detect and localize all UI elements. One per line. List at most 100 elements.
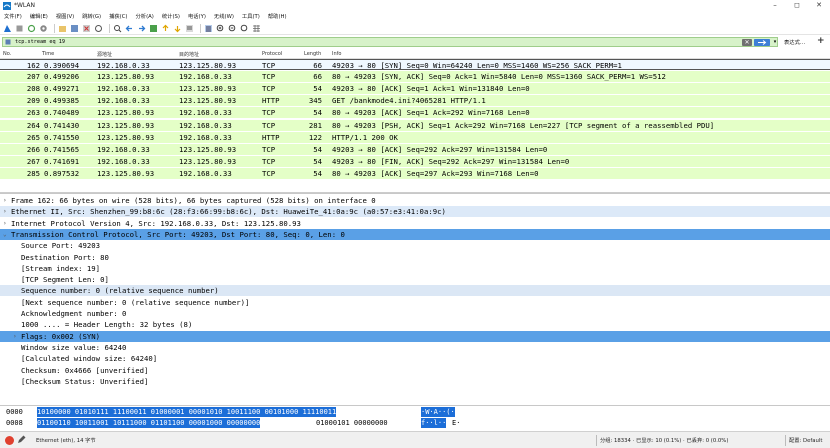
filter-history-dropdown-icon[interactable]: ▾	[771, 39, 779, 46]
expanded-chevron-icon[interactable]: ⌄	[3, 229, 7, 240]
expert-info-icon[interactable]	[5, 436, 14, 445]
go-last-icon[interactable]	[173, 24, 182, 33]
go-first-icon[interactable]	[161, 24, 170, 33]
packet-cell-src: 123.125.80.93	[97, 168, 155, 178]
detail-tree-item[interactable]: 1000 .... = Header Length: 32 bytes (8)	[0, 319, 830, 330]
packet-cell-dst: 123.125.80.93	[179, 96, 237, 106]
autoscroll-icon[interactable]	[185, 24, 194, 33]
zoom-in-icon[interactable]	[216, 24, 225, 33]
menu-help[interactable]: 帮助(H)	[268, 12, 287, 20]
status-bar: Ethernet (eth), 14 字节 分组: 18334 · 已显示: 1…	[0, 431, 830, 448]
open-file-icon[interactable]	[58, 24, 67, 33]
packet-list[interactable]: 162 0.390694 192.168.0.33 123.125.80.93 TCP 6…	[0, 59, 830, 185]
detail-tree-item[interactable]: Sequence number: 0 (relative sequence nu…	[0, 285, 830, 297]
add-filter-button[interactable]: +	[817, 36, 825, 46]
detail-tree-item[interactable]: [Checksum Status: Unverified]	[0, 376, 830, 387]
menu-tools[interactable]: 工具(T)	[242, 12, 260, 20]
column-header-no[interactable]: No.	[3, 51, 11, 57]
collapsed-chevron-icon[interactable]: ›	[13, 331, 17, 342]
detail-text: [Checksum Status: Unverified]	[21, 376, 149, 386]
bytes-row[interactable]: 0008 01100110 10011001 10111000 01101100 …	[0, 418, 830, 428]
packet-row[interactable]: 162 0.390694 192.168.0.33 123.125.80.93 TCP 6…	[0, 59, 830, 70]
minimize-button[interactable]: –	[764, 0, 786, 11]
find-packet-icon[interactable]	[113, 24, 122, 33]
save-file-icon[interactable]	[70, 24, 79, 33]
reload-file-icon[interactable]	[94, 24, 103, 33]
menu-go[interactable]: 跳转(G)	[82, 12, 101, 20]
detail-tree-item[interactable]: Destination Port: 80	[0, 252, 830, 263]
packet-row[interactable]: 285 0.897532 123.125.80.93 192.168.0.33 TCP 5…	[0, 167, 830, 179]
detail-tree-item[interactable]: › Frame 162: 66 bytes on wire (528 bits),…	[0, 195, 830, 206]
detail-tree-item[interactable]: › Internet Protocol Version 4, Src: 192.1…	[0, 218, 830, 229]
detail-tree-item[interactable]: [Calculated window size: 64240]	[0, 353, 830, 364]
expression-button[interactable]: 表达式…	[784, 38, 805, 46]
detail-text: Source Port: 49203	[21, 241, 101, 251]
status-interface-info: Ethernet (eth), 14 字节	[36, 438, 96, 444]
detail-tree-item[interactable]: [Stream index: 19]	[0, 263, 830, 274]
column-header-source[interactable]: 源地址	[97, 51, 112, 58]
collapsed-chevron-icon[interactable]: ›	[3, 218, 7, 229]
apply-filter-arrow-icon[interactable]	[754, 39, 770, 46]
status-profile[interactable]: 配置: Default	[789, 436, 822, 444]
column-header-info[interactable]: Info	[332, 51, 341, 57]
zoom-normal-icon[interactable]	[240, 24, 249, 33]
packet-row[interactable]: 264 0.741430 123.125.80.93 192.168.0.33 TCP 2…	[0, 119, 830, 131]
packet-row[interactable]: 265 0.741550 123.125.80.93 192.168.0.33 HTTP…	[0, 131, 830, 143]
menu-view[interactable]: 视图(V)	[56, 12, 74, 20]
menu-telephony[interactable]: 电话(Y)	[188, 12, 206, 20]
close-button[interactable]: ✕	[808, 0, 830, 11]
packet-bytes-pane[interactable]: 0000 10100000 01010111 11100011 01000001 …	[0, 405, 830, 429]
packet-row[interactable]: 267 0.741691 192.168.0.33 123.125.80.93 TCP 5…	[0, 155, 830, 167]
detail-tree-item[interactable]: Checksum: 0x4666 [unverified]	[0, 365, 830, 376]
detail-tree-item[interactable]: Acknowledgment number: 0	[0, 308, 830, 319]
detail-tree-item[interactable]: Source Port: 49203	[0, 240, 830, 251]
detail-text: Flags: 0x002 (SYN)	[21, 331, 101, 341]
detail-tree-item[interactable]: › Flags: 0x002 (SYN)	[0, 330, 830, 342]
bytes-row[interactable]: 0000 10100000 01010111 11100011 01000001 …	[0, 407, 830, 417]
packet-cell-proto: TCP	[262, 84, 276, 94]
detail-tree-item[interactable]: › Ethernet II, Src: Shenzhen_99:b8:6c (28…	[0, 206, 830, 218]
packet-row[interactable]: 266 0.741565 192.168.0.33 123.125.80.93 TCP 5…	[0, 143, 830, 155]
packet-row[interactable]: 208 0.499271 192.168.0.33 123.125.80.93 TCP 5…	[0, 83, 830, 95]
packet-row[interactable]: 263 0.740489 123.125.80.93 192.168.0.33 TCP 5…	[0, 107, 830, 119]
packet-cell-dst: 192.168.0.33	[179, 120, 232, 130]
display-filter-input[interactable]: tcp.stream eq 19 ✕ ▾	[2, 37, 778, 47]
detail-tree-item[interactable]: [Next sequence number: 0 (relative seque…	[0, 297, 830, 308]
zoom-out-icon[interactable]	[228, 24, 237, 33]
menu-edit[interactable]: 编辑(E)	[30, 12, 48, 20]
capture-options-icon[interactable]	[39, 24, 48, 33]
packet-cell-src: 192.168.0.33	[97, 84, 150, 94]
menu-statistics[interactable]: 统计(S)	[162, 12, 180, 20]
column-header-destination[interactable]: 目的地址	[179, 51, 199, 58]
collapsed-chevron-icon[interactable]: ›	[3, 206, 7, 217]
go-back-icon[interactable]	[125, 24, 134, 33]
menu-wireless[interactable]: 无线(W)	[214, 12, 234, 20]
clear-filter-button[interactable]: ✕	[742, 39, 752, 46]
packet-cell-proto: TCP	[262, 72, 276, 82]
resize-columns-icon[interactable]	[252, 24, 261, 33]
detail-tree-item[interactable]: [TCP Segment Len: 0]	[0, 274, 830, 285]
packet-row[interactable]: 209 0.499385 192.168.0.33 123.125.80.93 HTTP…	[0, 95, 830, 107]
column-header-length[interactable]: Length	[304, 51, 321, 57]
go-to-packet-icon[interactable]	[149, 24, 158, 33]
menu-capture[interactable]: 捕获(C)	[109, 12, 127, 20]
stop-capture-icon[interactable]	[15, 24, 24, 33]
detail-text: Internet Protocol Version 4, Src: 192.16…	[11, 218, 301, 228]
column-header-protocol[interactable]: Protocol	[262, 51, 282, 57]
collapsed-chevron-icon[interactable]: ›	[3, 195, 7, 206]
colorize-icon[interactable]	[204, 24, 213, 33]
maximize-button[interactable]: ◻	[786, 0, 808, 11]
menu-file[interactable]: 文件(F)	[4, 12, 22, 20]
detail-tree-item[interactable]: Window size value: 64240	[0, 342, 830, 353]
restart-capture-icon[interactable]	[27, 24, 36, 33]
detail-tree-item[interactable]: ⌄ Transmission Control Protocol, Src Port…	[0, 228, 830, 240]
go-forward-icon[interactable]	[137, 24, 146, 33]
menu-analyze[interactable]: 分析(A)	[136, 12, 154, 20]
capture-comment-icon[interactable]	[17, 435, 26, 444]
packet-details-pane[interactable]: › Frame 162: 66 bytes on wire (528 bits),…	[0, 193, 830, 405]
packet-row[interactable]: 207 0.499206 123.125.80.93 192.168.0.33 TCP 6…	[0, 71, 830, 83]
filter-bookmark-icon[interactable]	[5, 39, 11, 45]
close-file-icon[interactable]	[82, 24, 91, 33]
start-capture-icon[interactable]	[3, 24, 12, 33]
column-header-time[interactable]: Time	[42, 51, 54, 57]
